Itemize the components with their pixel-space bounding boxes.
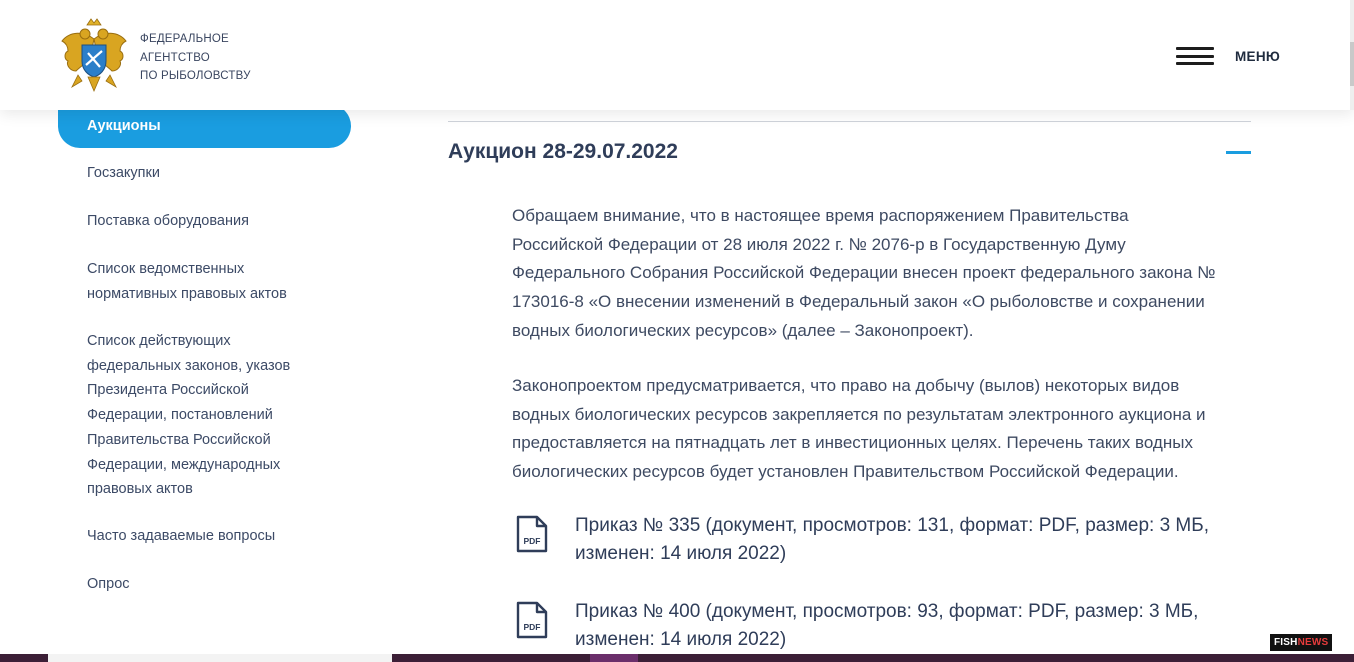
org-name[interactable]: ФЕДЕРАЛЬНОЕ АГЕНТСТВО ПО РЫБОЛОВСТВУ [140, 30, 251, 86]
sidebar-item-label: Поставка оборудования [87, 213, 249, 229]
sidebar-item-label: Аукционы [87, 118, 161, 134]
watermark-part: NEWS [1297, 637, 1329, 648]
sidebar-item-label: Федерации, международных [87, 456, 281, 473]
paragraph-line: 173016-8 «О внесении изменений в Федерал… [512, 292, 1205, 312]
paragraph-notice: Обращаем внимание, что в настоящее время… [512, 202, 1252, 346]
sidebar-item-label: Президента Российской [87, 382, 249, 399]
sidebar-item-faq[interactable]: Часто задаваемые вопросы [87, 524, 327, 549]
sidebar-item-label: Федерации, постановлений [87, 407, 273, 424]
document-line: изменен: 14 июля 2022) [575, 543, 787, 564]
paragraph-line: водных биологических ресурсов» (далее – … [512, 320, 974, 340]
paragraph-line: Российской Федерации от 28 июля 2022 г. … [512, 234, 1126, 254]
site-header: ФЕДЕРАЛЬНОЕ АГЕНТСТВО ПО РЫБОЛОВСТВУ МЕН… [0, 0, 1354, 110]
org-name-line: ПО РЫБОЛОВСТВУ [140, 70, 251, 82]
sidebar-item-departmental-acts[interactable]: Список ведомственных нормативных правовы… [87, 257, 327, 306]
accordion-title[interactable]: Аукцион 28-29.07.2022 [448, 140, 678, 164]
sidebar-item-label: Список действующих [87, 333, 231, 349]
sidebar-item-federal-laws[interactable]: Список действующих федеральных законов, … [87, 329, 327, 502]
sidebar-item-equipment[interactable]: Поставка оборудования [87, 209, 327, 234]
org-name-line: ФЕДЕРАЛЬНОЕ [140, 33, 229, 45]
pdf-icon-label: PDF [524, 536, 541, 546]
sidebar-item-label: Список ведомственных [87, 261, 245, 277]
document-line: Приказ № 335 (документ, просмотров: 131,… [575, 515, 1209, 536]
sidebar-item-label: Часто задаваемые вопросы [87, 528, 276, 544]
coat-of-arms-emblem[interactable] [58, 17, 130, 93]
watermark-part: FISH [1274, 637, 1298, 648]
taskbar-segment [48, 654, 392, 662]
menu-button[interactable]: МЕНЮ [1176, 44, 1286, 68]
document-link[interactable]: Приказ № 400 (документ, просмотров: 93, … [575, 598, 1198, 654]
scrollbar-thumb[interactable] [1350, 42, 1354, 86]
sidebar-item-label: Правительства Российской [87, 431, 271, 448]
sidebar-item-label: нормативных правовых актов [87, 285, 287, 302]
document-line: изменен: 14 июля 2022) [575, 629, 787, 650]
paragraph-bill: Законопроектом предусматривается, что пр… [512, 372, 1252, 487]
pdf-icon-label: PDF [524, 622, 541, 632]
hamburger-icon[interactable] [1176, 47, 1214, 65]
paragraph-line: Законопроектом предусматривается, что пр… [512, 376, 1180, 395]
sidebar-item-survey[interactable]: Опрос [87, 572, 327, 597]
sidebar-item-auctions[interactable]: Аукционы [58, 104, 351, 148]
paragraph-line: Обращаем внимание, что в настоящее время… [512, 206, 1129, 225]
document-line: Приказ № 400 (документ, просмотров: 93, … [575, 601, 1199, 622]
sidebar-item-label: Опрос [87, 576, 130, 592]
paragraph-line: водных биологических ресурсов закрепляет… [512, 404, 1206, 424]
taskbar-segment [590, 654, 638, 662]
fishnews-watermark: FISHNEWS [1270, 634, 1333, 651]
menu-label: МЕНЮ [1235, 48, 1281, 64]
paragraph-line: Федерального Собрания Российской Федерац… [512, 263, 1216, 283]
sidebar-item-label: правовых актов [87, 481, 193, 498]
document-link[interactable]: Приказ № 335 (документ, просмотров: 131,… [575, 512, 1209, 568]
paragraph-line: биологических ресурсов будет установлен … [512, 462, 1179, 482]
paragraph-line: предоставляется на пятнадцать лет в инве… [512, 433, 1193, 453]
pdf-file-icon[interactable]: PDF [516, 515, 548, 553]
sidebar-item-procurement[interactable]: Госзакупки [87, 161, 327, 186]
collapse-minus-icon[interactable] [1226, 151, 1251, 154]
sidebar-item-label: Госзакупки [87, 165, 160, 181]
sidebar-item-label: федеральных законов, указов [87, 357, 291, 374]
pdf-file-icon[interactable]: PDF [516, 601, 548, 639]
org-name-line: АГЕНТСТВО [140, 51, 210, 64]
accordion-divider [448, 121, 1251, 122]
